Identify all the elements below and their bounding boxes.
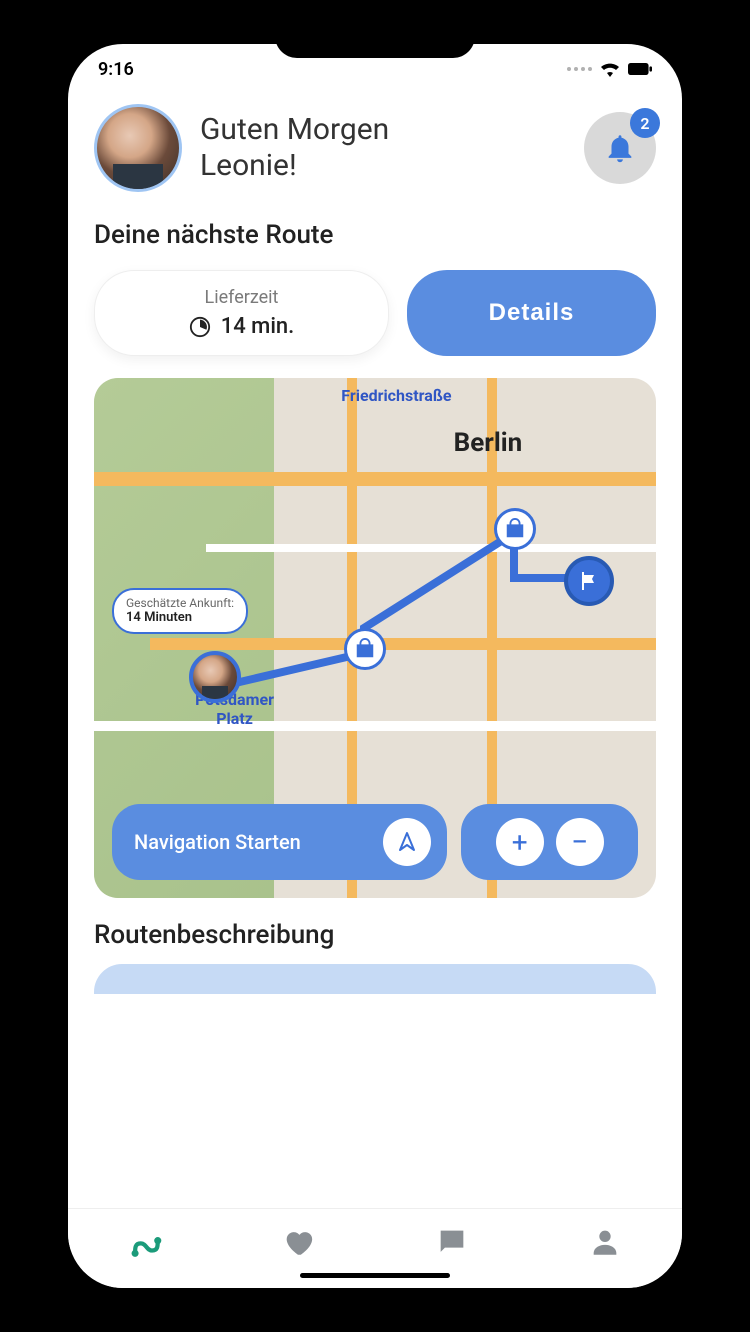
waypoint-marker-1[interactable] (344, 628, 386, 670)
notification-badge: 2 (630, 108, 660, 138)
details-button[interactable]: Details (407, 270, 656, 356)
delivery-time-card: Lieferzeit 14 min. (94, 270, 389, 356)
bag-icon (504, 518, 526, 540)
zoom-in-button[interactable]: + (496, 818, 544, 866)
greeting: Guten Morgen Leonie! (200, 112, 566, 184)
eta-bubble: Geschätzte Ankunft: 14 Minuten (112, 588, 248, 634)
route-icon (128, 1225, 162, 1259)
heart-icon (281, 1225, 315, 1259)
header: Guten Morgen Leonie! 2 (94, 104, 656, 192)
zoom-controls: + − (461, 804, 638, 880)
start-navigation-label: Navigation Starten (134, 830, 301, 854)
flag-icon (577, 569, 601, 593)
route-description-heading: Routenbeschreibung (94, 920, 656, 950)
chat-icon (435, 1225, 469, 1259)
status-dots-icon (567, 67, 592, 71)
person-icon (588, 1225, 622, 1259)
destination-marker[interactable] (564, 556, 614, 606)
notifications-button[interactable]: 2 (584, 112, 656, 184)
current-location-marker[interactable] (189, 651, 241, 703)
map-card[interactable]: Friedrichstraße Berlin Potsdamer Platz (94, 378, 656, 898)
notch (275, 26, 475, 58)
content: Guten Morgen Leonie! 2 Deine nächste Rou… (68, 94, 682, 1208)
eta-title: Geschätzte Ankunft: (126, 596, 234, 610)
status-right (567, 61, 652, 77)
delivery-time-value: 14 min. (221, 314, 295, 339)
navigate-icon (395, 830, 419, 854)
nav-favorites-tab[interactable] (281, 1225, 315, 1263)
nav-chat-tab[interactable] (435, 1225, 469, 1263)
clock-icon (189, 316, 211, 338)
route-cards: Lieferzeit 14 min. Details (94, 270, 656, 356)
screen: 9:16 Guten Morgen Leonie! 2 Deine nächst (68, 44, 682, 1288)
nav-profile-tab[interactable] (588, 1225, 622, 1263)
bag-icon (354, 638, 376, 660)
greeting-line1: Guten Morgen (200, 112, 566, 148)
home-indicator[interactable] (300, 1273, 450, 1278)
wifi-icon (598, 61, 622, 77)
user-avatar[interactable] (94, 104, 182, 192)
waypoint-marker-2[interactable] (494, 508, 536, 550)
zoom-out-button[interactable]: − (556, 818, 604, 866)
status-time: 9:16 (98, 59, 134, 80)
navigate-icon-button[interactable] (383, 818, 431, 866)
eta-value: 14 Minuten (126, 610, 234, 626)
nav-routes-tab[interactable] (128, 1225, 162, 1263)
delivery-label: Lieferzeit (117, 287, 366, 308)
delivery-time: 14 min. (117, 314, 366, 339)
route-description-card[interactable] (94, 964, 656, 994)
bell-icon (603, 131, 637, 165)
battery-icon (628, 61, 652, 77)
greeting-line2: Leonie! (200, 148, 566, 184)
map-controls: Navigation Starten + − (112, 804, 638, 880)
next-route-heading: Deine nächste Route (94, 220, 656, 250)
start-navigation-button[interactable]: Navigation Starten (112, 804, 447, 880)
phone-frame: 9:16 Guten Morgen Leonie! 2 Deine nächst (50, 26, 700, 1306)
